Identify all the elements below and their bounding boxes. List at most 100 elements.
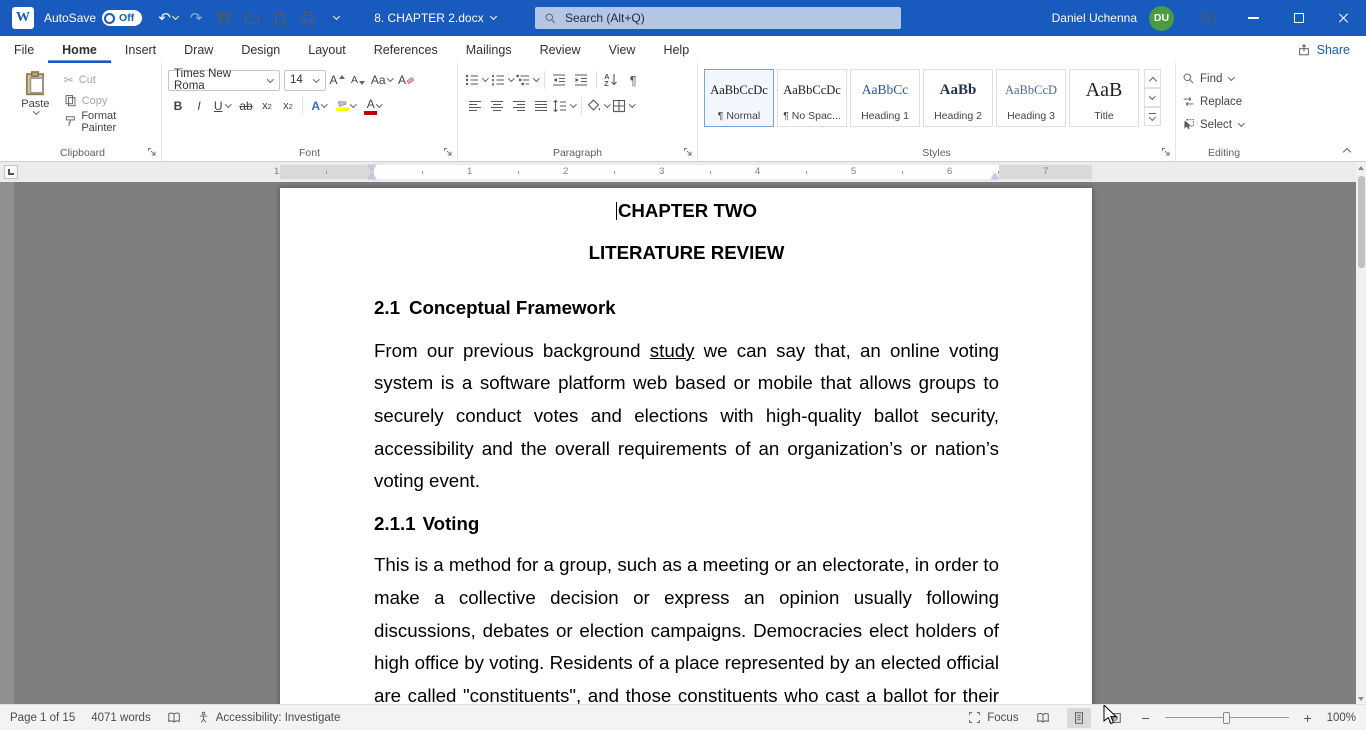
accessibility-status-button[interactable]: Accessibility: Investigate	[197, 711, 341, 724]
find-button[interactable]: Find	[1182, 68, 1266, 89]
subscript-button[interactable]: x2	[257, 96, 277, 117]
cut-button[interactable]: ✂Cut	[61, 69, 155, 90]
style-no-spacing[interactable]: AaBbCcDc ¶ No Spac...	[777, 69, 847, 127]
tab-mailings[interactable]: Mailings	[452, 36, 526, 63]
undo-button[interactable]: ↶	[154, 3, 182, 33]
tab-file[interactable]: File	[0, 36, 48, 63]
style-normal[interactable]: AaBbCcDc ¶ Normal	[704, 69, 774, 127]
ribbon-display-options-button[interactable]	[1186, 0, 1231, 36]
increase-indent-button[interactable]	[571, 70, 592, 91]
read-mode-button[interactable]	[1031, 708, 1055, 728]
share-button[interactable]: Share	[1297, 43, 1350, 57]
style-heading-1[interactable]: AaBbCc Heading 1	[850, 69, 920, 127]
page-number-status[interactable]: Page 1 of 15	[10, 712, 75, 724]
change-case-button[interactable]: Aa	[369, 70, 395, 91]
first-line-indent-marker[interactable]	[368, 165, 376, 171]
grow-font-button[interactable]: A	[327, 70, 347, 91]
font-color-button[interactable]: A	[361, 96, 388, 117]
web-layout-button[interactable]	[1103, 708, 1127, 728]
collapse-ribbon-button[interactable]	[1336, 143, 1358, 157]
redo-button[interactable]: ↷	[182, 3, 210, 33]
clear-formatting-button[interactable]: A	[396, 70, 416, 91]
search-input[interactable]: Search (Alt+Q)	[535, 7, 901, 29]
tab-references[interactable]: References	[360, 36, 452, 63]
zoom-out-button[interactable]: −	[1139, 710, 1153, 726]
multilevel-list-button[interactable]	[515, 70, 540, 91]
copy-button[interactable]: Copy	[61, 90, 155, 111]
replace-button[interactable]: Replace	[1182, 91, 1266, 112]
font-name-combobox[interactable]: Times New Roma	[168, 70, 280, 91]
page-content[interactable]: CHAPTER TWO LITERATURE REVIEW 2.1Concept…	[280, 188, 1092, 704]
document-title-menu[interactable]: 8. CHAPTER 2.docx	[366, 0, 503, 36]
close-button[interactable]	[1321, 0, 1366, 36]
vertical-scrollbar[interactable]	[1356, 162, 1366, 704]
autosave-toggle[interactable]: AutoSave Off	[44, 10, 142, 26]
styles-scroll-down-button[interactable]	[1144, 88, 1161, 107]
open-button[interactable]	[238, 3, 266, 33]
tab-layout[interactable]: Layout	[294, 36, 360, 63]
scroll-up-button[interactable]	[1356, 162, 1366, 174]
zoom-in-button[interactable]: +	[1301, 710, 1315, 726]
styles-scroll-up-button[interactable]	[1144, 69, 1161, 88]
styles-more-button[interactable]	[1144, 107, 1161, 126]
word-app-icon[interactable]: W	[12, 7, 34, 29]
autosave-switch[interactable]: Off	[102, 10, 142, 26]
tab-draw[interactable]: Draw	[170, 36, 227, 63]
minimize-button[interactable]	[1231, 0, 1276, 36]
print-layout-button[interactable]	[1067, 708, 1091, 728]
shrink-font-button[interactable]: A	[348, 70, 368, 91]
font-size-combobox[interactable]: 14	[284, 70, 326, 91]
align-center-button[interactable]	[486, 96, 507, 117]
sort-button[interactable]: AZ	[601, 70, 622, 91]
tab-design[interactable]: Design	[227, 36, 294, 63]
tab-help[interactable]: Help	[649, 36, 703, 63]
user-name[interactable]: Daniel Uchenna	[1052, 11, 1137, 25]
tab-insert[interactable]: Insert	[111, 36, 170, 63]
ruler-band[interactable]: 1 1 2 3 4 5 6 7	[280, 165, 1092, 179]
zoom-level[interactable]: 100%	[1327, 712, 1356, 724]
tab-view[interactable]: View	[595, 36, 650, 63]
shading-button[interactable]	[586, 96, 611, 117]
tab-home[interactable]: Home	[48, 36, 111, 63]
tab-stop-selector[interactable]	[4, 165, 18, 179]
underline-button[interactable]: U	[210, 96, 235, 117]
paste-button[interactable]: Paste	[10, 67, 61, 145]
align-left-button[interactable]	[464, 96, 485, 117]
zoom-slider[interactable]	[1165, 711, 1289, 725]
line-spacing-button[interactable]	[552, 96, 577, 117]
select-button[interactable]: Select	[1182, 114, 1266, 135]
tab-review[interactable]: Review	[526, 36, 595, 63]
borders-button[interactable]	[611, 96, 636, 117]
style-heading-3[interactable]: AaBbCcD Heading 3	[996, 69, 1066, 127]
format-painter-button[interactable]: Format Painter	[61, 111, 155, 132]
bold-button[interactable]: B	[168, 96, 188, 117]
word-count-status[interactable]: 4071 words	[91, 712, 150, 724]
zoom-slider-thumb[interactable]	[1223, 712, 1230, 724]
document-page[interactable]: CHAPTER TWO LITERATURE REVIEW 2.1Concept…	[280, 188, 1092, 704]
bullets-button[interactable]	[464, 70, 489, 91]
style-heading-2[interactable]: AaBb Heading 2	[923, 69, 993, 127]
new-document-button[interactable]	[266, 3, 294, 33]
proofing-status-button[interactable]	[167, 711, 181, 725]
maximize-button[interactable]	[1276, 0, 1321, 36]
document-canvas[interactable]: CHAPTER TWO LITERATURE REVIEW 2.1Concept…	[0, 182, 1356, 704]
italic-button[interactable]: I	[189, 96, 209, 117]
save-button[interactable]	[210, 3, 238, 33]
style-title[interactable]: AaB Title	[1069, 69, 1139, 127]
scrollbar-thumb[interactable]	[1358, 176, 1365, 268]
decrease-indent-button[interactable]	[549, 70, 570, 91]
superscript-button[interactable]: x2	[278, 96, 298, 117]
right-indent-marker[interactable]	[991, 173, 999, 179]
focus-mode-button[interactable]: Focus	[968, 711, 1018, 724]
highlight-color-button[interactable]	[333, 96, 360, 117]
customize-quick-access-button[interactable]	[322, 3, 350, 33]
numbering-button[interactable]	[490, 70, 515, 91]
justify-button[interactable]	[530, 96, 551, 117]
text-effects-button[interactable]: A	[307, 96, 332, 117]
avatar[interactable]: DU	[1149, 6, 1174, 31]
align-right-button[interactable]	[508, 96, 529, 117]
strikethrough-button[interactable]: ab	[236, 96, 256, 117]
print-button[interactable]	[294, 3, 322, 33]
hanging-indent-marker[interactable]	[368, 173, 376, 179]
show-formatting-marks-button[interactable]: ¶	[623, 70, 644, 91]
